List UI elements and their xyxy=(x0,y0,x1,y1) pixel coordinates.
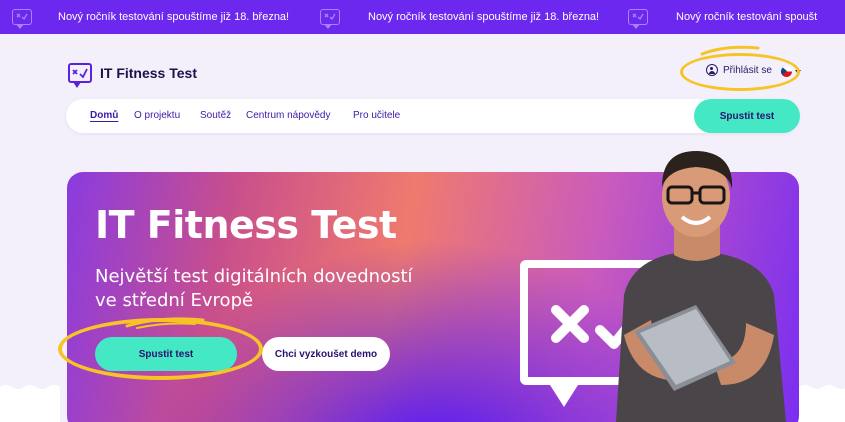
chat-check-icon xyxy=(320,9,340,29)
banner-message: Nový ročník testování spouštíme již 18. … xyxy=(368,11,600,23)
banner-message: Nový ročník testování spouštíme již 18. … xyxy=(58,11,290,23)
main-navigation: Domů O projektu Soutěž Centrum nápovědy … xyxy=(66,99,799,133)
highlight-stroke xyxy=(125,317,205,329)
chat-check-icon xyxy=(12,9,32,29)
logo-text: IT Fitness Test xyxy=(100,65,197,81)
hero-subtitle-line: ve střední Evropě xyxy=(95,290,254,311)
banner-item xyxy=(12,0,32,34)
nav-item-competition[interactable]: Soutěž xyxy=(200,110,231,121)
banner-item xyxy=(320,0,340,34)
announcement-banner: Nový ročník testování spouštíme již 18. … xyxy=(0,0,845,34)
hero-subtitle-line: Největší test digitálních dovedností xyxy=(95,266,413,287)
nav-item-help-center[interactable]: Centrum nápovědy xyxy=(246,110,331,121)
nav-item-home[interactable]: Domů xyxy=(90,110,118,121)
torn-edge xyxy=(0,385,845,422)
person-illustration xyxy=(616,150,786,422)
banner-message: Nový ročník testování spoušt xyxy=(676,11,818,23)
nav-item-teachers[interactable]: Pro učitele xyxy=(353,110,400,121)
hero-subtitle: Největší test digitálních dovedností ve … xyxy=(95,265,495,313)
banner-item xyxy=(628,0,648,34)
highlight-stroke xyxy=(700,45,760,56)
nav-start-test-button[interactable]: Spustit test xyxy=(694,99,800,133)
hero-title: IT Fitness Test xyxy=(95,203,397,247)
hero-try-demo-button[interactable]: Chci vyzkoušet demo xyxy=(262,337,390,371)
chat-check-icon xyxy=(628,9,648,29)
highlight-circle-login xyxy=(680,53,800,91)
chat-check-icon xyxy=(68,63,92,88)
site-logo[interactable]: IT Fitness Test xyxy=(68,63,197,88)
nav-item-about[interactable]: O projektu xyxy=(134,110,180,121)
